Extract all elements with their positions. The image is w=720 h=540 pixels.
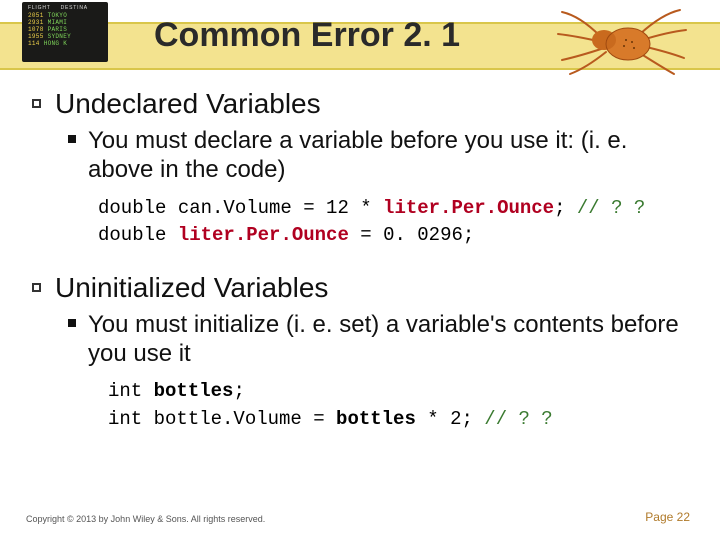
code-line: double can.Volume = 12 * liter.Per.Ounce… xyxy=(98,195,692,223)
heading-1: Undeclared Variables xyxy=(55,88,321,120)
code-block-1: double can.Volume = 12 * liter.Per.Ounce… xyxy=(98,195,692,250)
square-bullet-icon xyxy=(32,283,41,292)
slide-title: Common Error 2. 1 xyxy=(154,16,460,55)
slide-content: Undeclared Variables You must declare a … xyxy=(32,80,692,433)
square-bullet-fill-icon xyxy=(68,135,76,143)
code-line: int bottles; xyxy=(108,378,692,406)
departure-board-image: FLIGHTDESTINA 2051TOKYO 2931MIAMI 1078PA… xyxy=(22,2,108,62)
subtext-1: You must declare a variable before you u… xyxy=(88,126,692,185)
square-bullet-fill-icon xyxy=(68,319,76,327)
spider-image xyxy=(552,2,692,80)
code-line: double liter.Per.Ounce = 0. 0296; xyxy=(98,222,692,250)
page-number: Page 22 xyxy=(645,510,690,524)
code-block-2: int bottles; int bottle.Volume = bottles… xyxy=(108,378,692,433)
bullet-lvl1: Undeclared Variables xyxy=(32,88,692,120)
copyright-text: Copyright © 2013 by John Wiley & Sons. A… xyxy=(26,514,265,524)
bullet-lvl1: Uninitialized Variables xyxy=(32,272,692,304)
bullet-lvl2: You must declare a variable before you u… xyxy=(68,126,692,185)
square-bullet-icon xyxy=(32,99,41,108)
code-line: int bottle.Volume = bottles * 2; // ? ? xyxy=(108,406,692,434)
heading-2: Uninitialized Variables xyxy=(55,272,328,304)
bullet-lvl2: You must initialize (i. e. set) a variab… xyxy=(68,310,692,369)
subtext-2: You must initialize (i. e. set) a variab… xyxy=(88,310,692,369)
